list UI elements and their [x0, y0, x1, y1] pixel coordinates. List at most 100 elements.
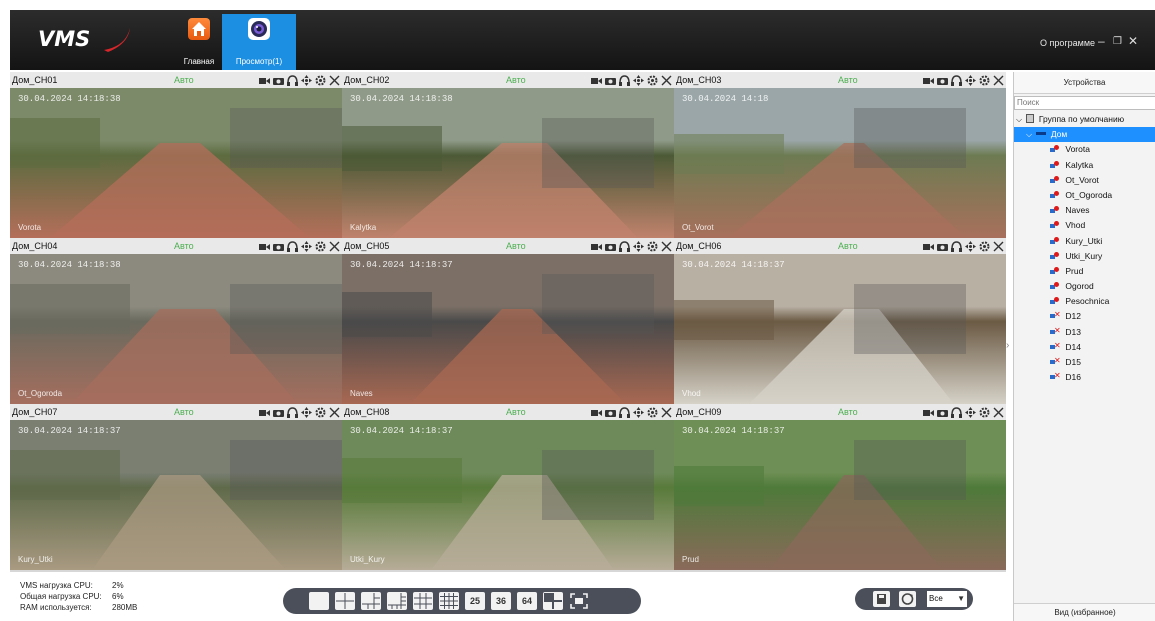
layout-4x4-icon[interactable] [439, 592, 459, 610]
chevron-down-icon[interactable]: ⌵ [1016, 115, 1022, 124]
record-icon[interactable] [591, 241, 602, 252]
close-icon[interactable] [661, 407, 672, 418]
record-icon[interactable] [591, 75, 602, 86]
layout-36-button[interactable]: 36 [491, 592, 511, 610]
close-icon[interactable] [329, 407, 340, 418]
audio-icon[interactable] [619, 240, 630, 252]
camera-cell[interactable]: Дом_CH09 Авто 30.04.2024 14:18:37 Prud [674, 404, 1006, 570]
tree-camera[interactable]: Kalytka [1014, 158, 1155, 173]
restore-icon[interactable]: ❐ [1113, 36, 1122, 47]
tree-camera-offline[interactable]: ✕ D15 [1014, 355, 1155, 370]
layout-fullscreen-icon[interactable] [569, 592, 589, 610]
tree-group[interactable]: ⌵ Группа по умолчанию [1014, 112, 1155, 127]
tree-camera[interactable]: Ot_Ogoroda [1014, 188, 1155, 203]
record-icon[interactable] [259, 75, 270, 86]
layout-1+5-icon[interactable] [361, 592, 381, 610]
audio-icon[interactable] [951, 74, 962, 86]
tree-device[interactable]: ⌵ Дом [1014, 127, 1155, 143]
tree-camera[interactable]: Vhod [1014, 218, 1155, 233]
audio-icon[interactable] [619, 74, 630, 86]
snapshot-icon[interactable] [273, 75, 284, 86]
ptz-icon[interactable] [301, 240, 312, 252]
ptz-icon[interactable] [633, 74, 644, 86]
ptz-icon[interactable] [301, 406, 312, 418]
record-icon[interactable] [923, 75, 934, 86]
refresh-icon[interactable] [899, 591, 916, 607]
audio-icon[interactable] [287, 240, 298, 252]
record-icon[interactable] [923, 241, 934, 252]
settings-icon[interactable] [647, 241, 658, 252]
camera-cell[interactable]: Дом_CH02 Авто 30.04.2024 14:18:38 Kalytk… [342, 72, 674, 238]
favorites-view-tab[interactable]: Вид (избранное) [1014, 603, 1155, 621]
snapshot-icon[interactable] [937, 241, 948, 252]
tree-camera-offline[interactable]: ✕ D16 [1014, 370, 1155, 385]
tree-camera[interactable]: Pesochnica [1014, 294, 1155, 309]
layout-1x1-icon[interactable] [309, 592, 329, 610]
chevron-down-icon[interactable]: ⌵ [1026, 130, 1032, 139]
close-icon[interactable] [661, 241, 672, 252]
layout-1+7-icon[interactable] [387, 592, 407, 610]
close-icon[interactable] [993, 407, 1004, 418]
tree-camera-offline[interactable]: ✕ D12 [1014, 309, 1155, 324]
settings-icon[interactable] [315, 75, 326, 86]
tree-camera[interactable]: Prud [1014, 264, 1155, 279]
ptz-icon[interactable] [965, 406, 976, 418]
camera-cell[interactable]: Дом_CH06 Авто 30.04.2024 14:18:37 Vhod [674, 238, 1006, 404]
close-icon[interactable]: ✕ [1128, 34, 1138, 48]
snapshot-icon[interactable] [273, 241, 284, 252]
camera-cell[interactable]: Дом_CH04 Авто 30.04.2024 14:18:38 Ot_Ogo… [10, 238, 342, 404]
camera-cell[interactable]: Дом_CH07 Авто 30.04.2024 14:18:37 Kury_U… [10, 404, 342, 570]
audio-icon[interactable] [619, 406, 630, 418]
panel-collapse-handle[interactable]: › [1006, 340, 1009, 351]
stream-type-select[interactable]: Все ▼ [927, 591, 967, 607]
layout-3x3-icon[interactable] [413, 592, 433, 610]
camera-cell[interactable]: Дом_CH03 Авто 30.04.2024 14:18 Ot_Vorot [674, 72, 1006, 238]
about-link[interactable]: О программе [1040, 38, 1095, 48]
record-icon[interactable] [591, 407, 602, 418]
ptz-icon[interactable] [301, 74, 312, 86]
record-icon[interactable] [259, 407, 270, 418]
tree-camera-offline[interactable]: ✕ D13 [1014, 325, 1155, 340]
record-icon[interactable] [259, 241, 270, 252]
ptz-icon[interactable] [965, 240, 976, 252]
layout-custom-icon[interactable] [543, 592, 563, 610]
snapshot-icon[interactable] [605, 407, 616, 418]
snapshot-icon[interactable] [273, 407, 284, 418]
snapshot-icon[interactable] [605, 75, 616, 86]
audio-icon[interactable] [287, 74, 298, 86]
tree-camera[interactable]: Kury_Utki [1014, 234, 1155, 249]
device-search-input[interactable]: Поиск [1014, 96, 1155, 110]
close-icon[interactable] [993, 241, 1004, 252]
settings-icon[interactable] [647, 75, 658, 86]
settings-icon[interactable] [315, 241, 326, 252]
tree-camera[interactable]: Utki_Kury [1014, 249, 1155, 264]
tree-camera[interactable]: Ot_Vorot [1014, 173, 1155, 188]
layout-64-button[interactable]: 64 [517, 592, 537, 610]
settings-icon[interactable] [979, 241, 990, 252]
settings-icon[interactable] [315, 407, 326, 418]
tree-camera[interactable]: Vorota [1014, 142, 1155, 157]
camera-cell[interactable]: Дом_CH05 Авто 30.04.2024 14:18:37 Naves [342, 238, 674, 404]
audio-icon[interactable] [951, 406, 962, 418]
layout-25-button[interactable]: 25 [465, 592, 485, 610]
minimize-icon[interactable]: – [1098, 34, 1105, 48]
tree-camera[interactable]: Ogorod [1014, 279, 1155, 294]
nav-view-button[interactable]: Просмотр(1) [222, 14, 296, 70]
ptz-icon[interactable] [965, 74, 976, 86]
camera-cell[interactable]: Дом_CH01 Авто 30.04.2024 14:18:38 Vorota [10, 72, 342, 238]
layout-2x2-icon[interactable] [335, 592, 355, 610]
tree-camera[interactable]: Naves [1014, 203, 1155, 218]
close-icon[interactable] [329, 241, 340, 252]
settings-icon[interactable] [647, 407, 658, 418]
camera-cell[interactable]: Дом_CH08 Авто 30.04.2024 14:18:37 Utki_K… [342, 404, 674, 570]
close-icon[interactable] [993, 75, 1004, 86]
close-icon[interactable] [661, 75, 672, 86]
snapshot-icon[interactable] [937, 75, 948, 86]
audio-icon[interactable] [951, 240, 962, 252]
ptz-icon[interactable] [633, 406, 644, 418]
settings-icon[interactable] [979, 75, 990, 86]
ptz-icon[interactable] [633, 240, 644, 252]
record-icon[interactable] [923, 407, 934, 418]
snapshot-icon[interactable] [937, 407, 948, 418]
audio-icon[interactable] [287, 406, 298, 418]
